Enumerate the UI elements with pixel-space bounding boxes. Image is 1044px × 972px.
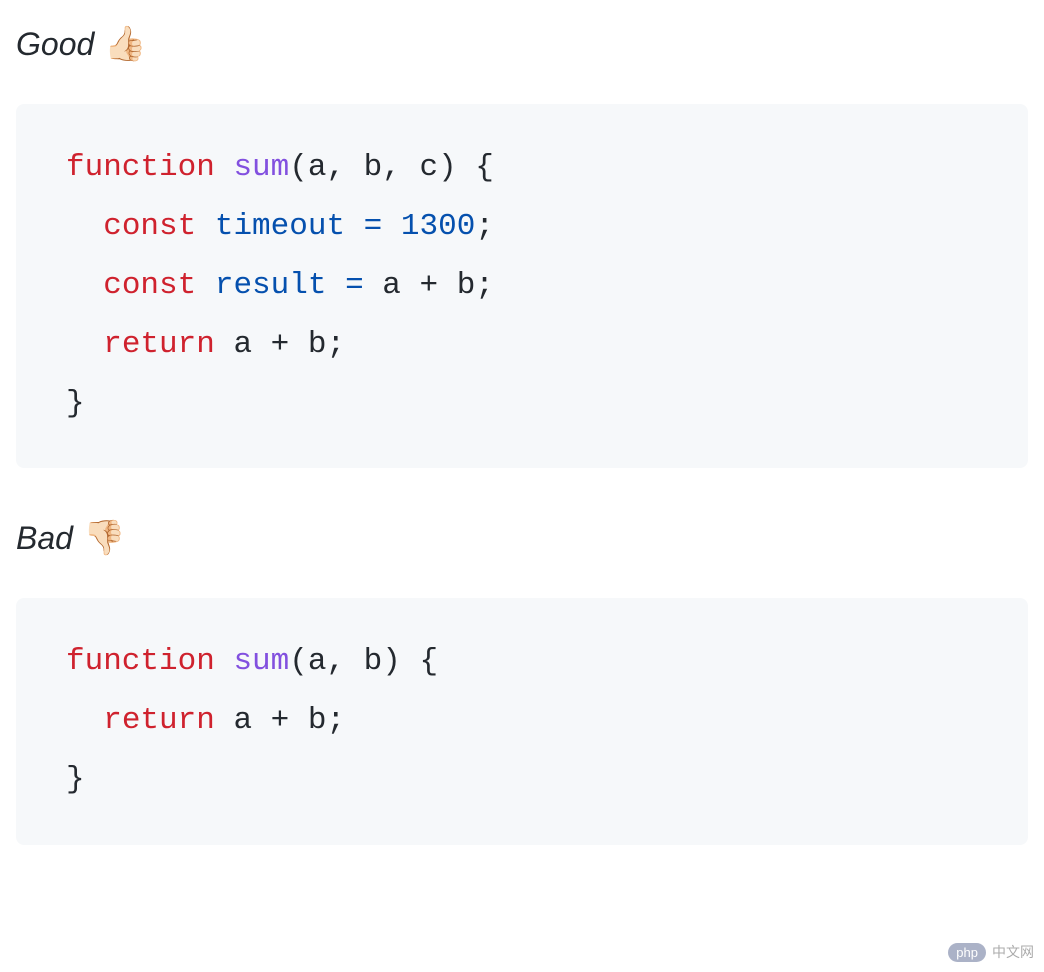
thumbs-down-icon: 👎🏻	[83, 518, 125, 558]
function-name: sum	[233, 644, 289, 679]
expression: a + b	[382, 268, 475, 303]
close-brace: }	[66, 386, 85, 421]
good-label: Good	[16, 26, 94, 63]
params: (a, b) {	[289, 644, 438, 679]
keyword-const: const	[103, 268, 196, 303]
keyword-const: const	[103, 209, 196, 244]
code-line: return a + b;	[66, 316, 978, 375]
bad-code-block: function sum(a, b) { return a + b; }	[16, 598, 1028, 845]
good-code-block: function sum(a, b, c) { const timeout = …	[16, 104, 1028, 468]
watermark-badge: php	[948, 943, 986, 962]
keyword-function: function	[66, 150, 215, 185]
watermark: php 中文网	[948, 942, 1034, 962]
watermark-text: 中文网	[992, 942, 1034, 962]
params: (a, b, c) {	[289, 150, 494, 185]
variable-name: result	[215, 268, 327, 303]
bad-heading: Bad 👎🏻	[16, 518, 1028, 558]
variable-name: timeout	[215, 209, 345, 244]
code-line: const timeout = 1300;	[66, 198, 978, 257]
number-literal: 1300	[401, 209, 475, 244]
expression: a + b	[215, 327, 327, 362]
thumbs-up-icon: 👍🏻	[104, 24, 146, 64]
code-line: function sum(a, b, c) {	[66, 139, 978, 198]
code-line: return a + b;	[66, 692, 978, 751]
code-line: function sum(a, b) {	[66, 633, 978, 692]
keyword-return: return	[103, 327, 215, 362]
keyword-function: function	[66, 644, 215, 679]
bad-label: Bad	[16, 520, 73, 557]
keyword-return: return	[103, 703, 215, 738]
close-brace: }	[66, 762, 85, 797]
function-name: sum	[233, 150, 289, 185]
good-heading: Good 👍🏻	[16, 24, 1028, 64]
expression: a + b	[215, 703, 327, 738]
code-line: const result = a + b;	[66, 257, 978, 316]
code-line: }	[66, 751, 978, 810]
code-line: }	[66, 375, 978, 434]
